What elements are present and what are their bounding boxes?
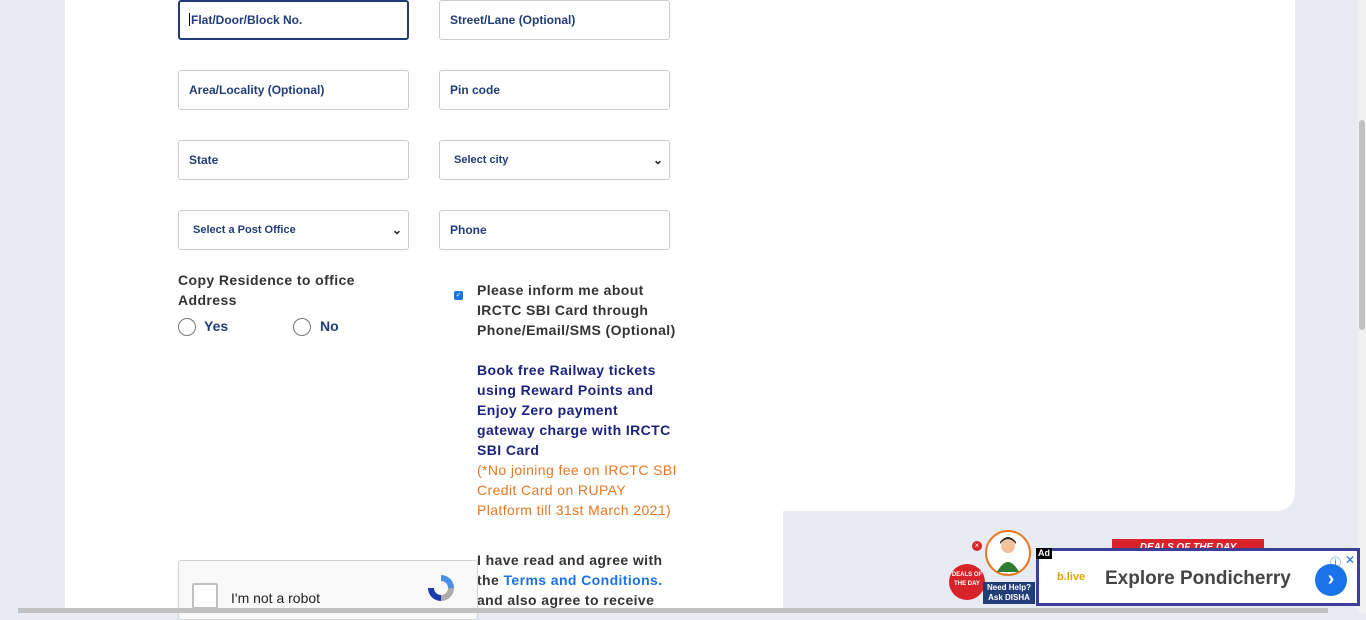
vertical-scrollbar-thumb[interactable] <box>1359 120 1365 330</box>
copy-residence-no-radio[interactable] <box>293 318 311 336</box>
terms-suffix: and also agree to receive <box>477 592 655 608</box>
vertical-scrollbar[interactable] <box>1358 0 1366 613</box>
flat-door-block-input[interactable]: Flat/Door/Block No. <box>178 0 409 40</box>
city-select[interactable]: Select city ⌄ <box>439 140 670 180</box>
side-panel <box>783 0 1295 511</box>
pincode-placeholder: Pin code <box>450 83 501 97</box>
disha-help-line1: Need Help? <box>986 583 1031 592</box>
chevron-down-icon: ⌄ <box>652 153 663 167</box>
info-icon[interactable]: ⓘ <box>1330 554 1341 570</box>
ad-label: Ad <box>1036 548 1052 559</box>
deals-of-the-day-badge[interactable]: DEALS OF THE DAY <box>949 564 985 600</box>
chevron-down-icon: ⌄ <box>391 223 402 237</box>
advertisement-banner[interactable]: b.live Explore Pondicherry › ⓘ ✕ <box>1036 548 1360 606</box>
recaptcha-label: I'm not a robot <box>231 590 321 606</box>
close-icon[interactable]: × <box>972 541 982 551</box>
close-icon[interactable]: ✕ <box>1345 553 1355 567</box>
recaptcha-checkbox[interactable] <box>192 583 218 609</box>
phone-placeholder: Phone <box>450 223 487 237</box>
horizontal-scrollbar[interactable] <box>18 608 1328 613</box>
copy-residence-yes-label: Yes <box>204 318 229 334</box>
state-input[interactable]: State <box>178 140 409 180</box>
copy-residence-label: Copy Residence to office Address <box>178 272 355 308</box>
disha-avatar-icon <box>985 530 1031 576</box>
sbi-card-offer-text: (*No joining fee on IRCTC SBI Credit Car… <box>477 462 677 518</box>
street-lane-placeholder: Street/Lane (Optional) <box>450 13 576 27</box>
recaptcha-logo-icon <box>428 575 454 601</box>
post-office-select-value: Select a Post Office <box>193 224 296 236</box>
terms-text: I have read and agree with the Terms and… <box>477 550 677 610</box>
copy-residence-yes-radio[interactable] <box>178 318 196 336</box>
state-placeholder: State <box>189 153 219 167</box>
disha-help-line2: Ask DISHA <box>988 593 1030 602</box>
area-locality-input[interactable]: Area/Locality (Optional) <box>178 70 409 110</box>
text-cursor <box>189 13 190 26</box>
disha-help-label: Need Help? Ask DISHA <box>983 582 1035 604</box>
area-locality-placeholder: Area/Locality (Optional) <box>189 83 325 97</box>
city-select-value: Select city <box>454 154 509 166</box>
street-lane-input[interactable]: Street/Lane (Optional) <box>439 0 670 40</box>
copy-residence-no-label: No <box>320 318 339 334</box>
terms-link[interactable]: Terms and Conditions. <box>504 572 663 588</box>
ad-brand-logo: b.live <box>1057 571 1086 583</box>
post-office-select[interactable]: Select a Post Office ⌄ <box>178 210 409 250</box>
flat-door-block-placeholder: Flat/Door/Block No. <box>191 13 303 27</box>
disha-chatbot-launcher[interactable]: Need Help? Ask DISHA <box>983 530 1035 606</box>
pincode-input[interactable]: Pin code <box>439 70 670 110</box>
phone-input[interactable]: Phone <box>439 210 670 250</box>
sbi-card-promo-text: Book free Railway tickets using Reward P… <box>477 362 671 458</box>
sbi-card-checkbox[interactable]: ✓ <box>454 291 463 300</box>
sbi-card-inform-text: Please inform me about IRCTC SBI Card th… <box>477 282 676 338</box>
ad-title: Explore Pondicherry <box>1105 568 1291 589</box>
